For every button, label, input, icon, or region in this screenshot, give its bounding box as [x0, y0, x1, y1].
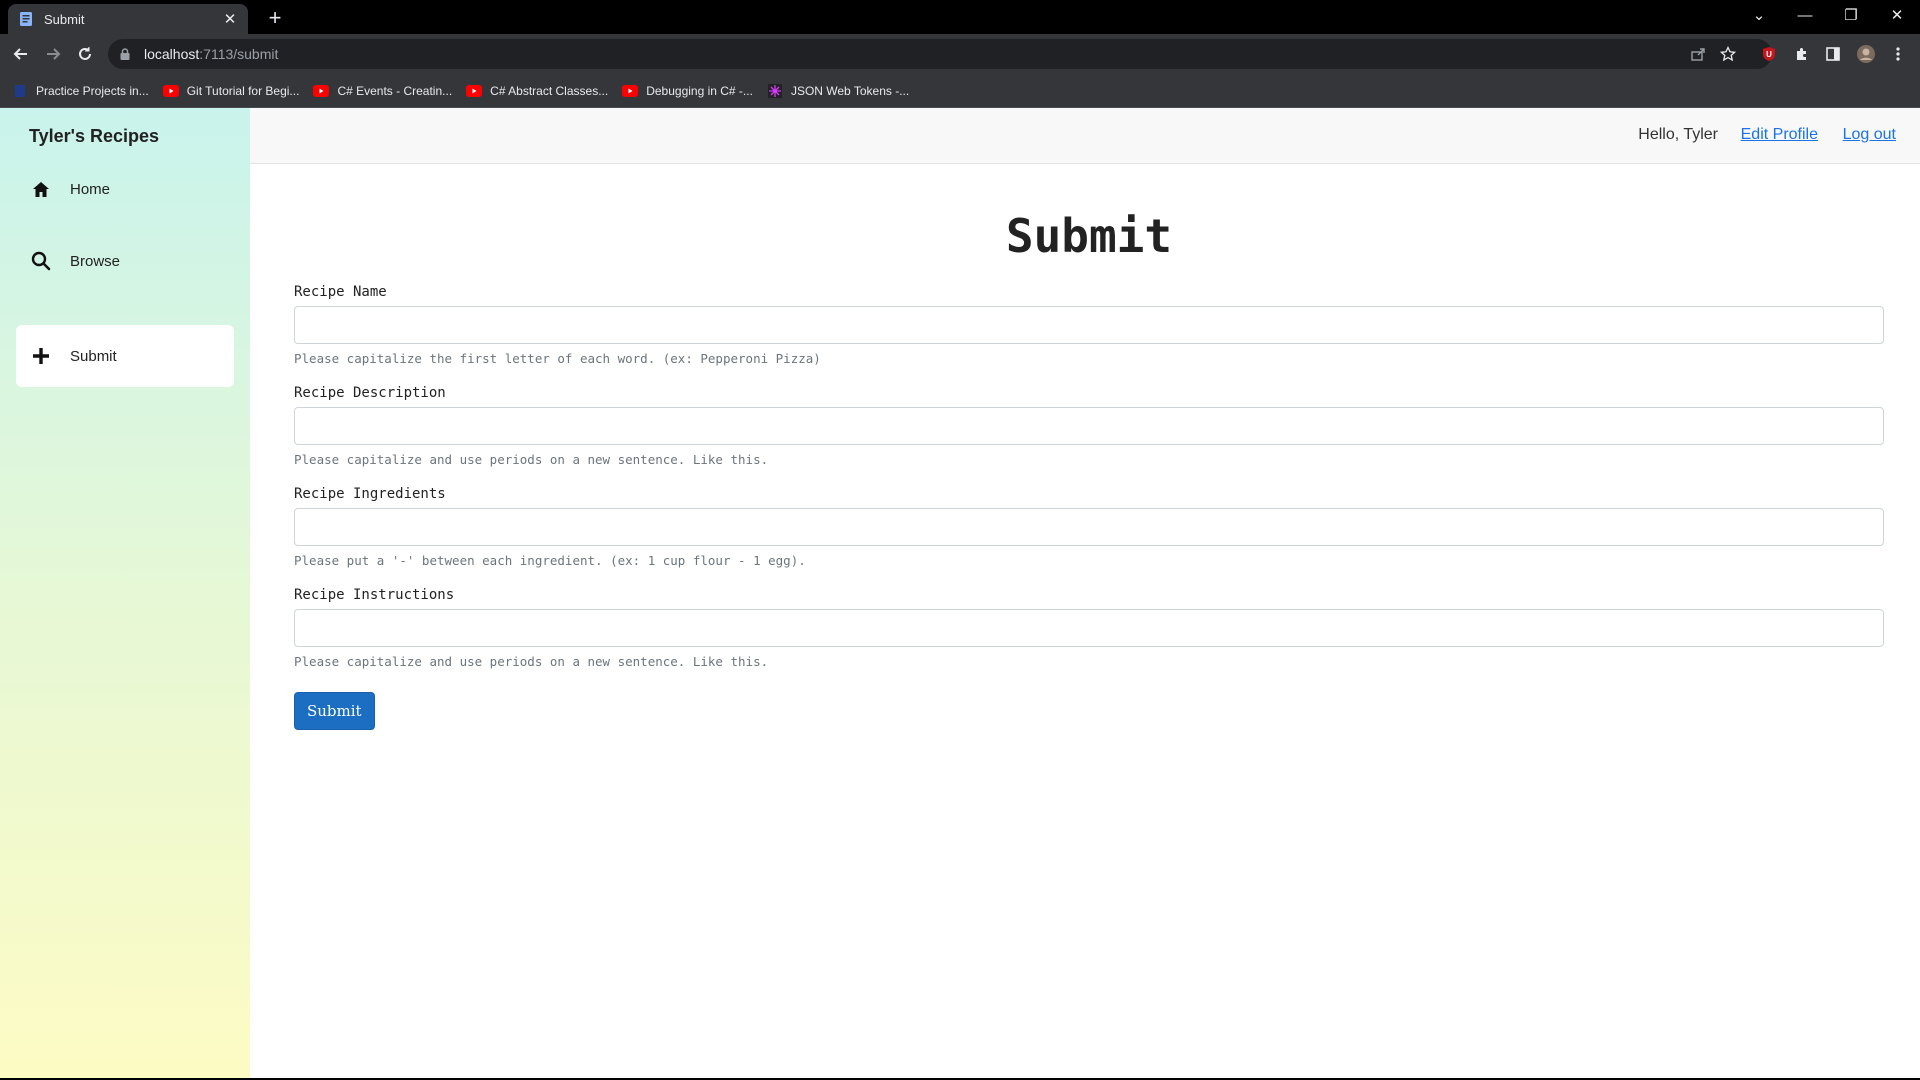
recipe-instructions-help: Please capitalize and use periods on a n…: [294, 654, 769, 669]
recipe-description-help: Please capitalize and use periods on a n…: [294, 452, 769, 467]
page: Tyler's Recipes Home Browse Submit Hello…: [0, 108, 1920, 1078]
tab-search-icon[interactable]: ⌄: [1736, 0, 1782, 30]
side-panel-icon[interactable]: [1823, 44, 1843, 64]
address-bar[interactable]: localhost:7113/submit: [108, 39, 1772, 69]
recipe-description-input[interactable]: [294, 407, 1884, 445]
submit-button[interactable]: Submit: [294, 692, 375, 730]
bookmark-item[interactable]: JSON Web Tokens -...: [767, 83, 910, 98]
home-icon: [30, 178, 52, 200]
lock-icon: [120, 47, 134, 61]
menu-dots-icon[interactable]: [1888, 44, 1908, 64]
bookmark-item[interactable]: C# Events - Creatin...: [313, 84, 452, 98]
youtube-icon: [622, 84, 639, 97]
bookmarks-bar: Practice Projects in... Git Tutorial for…: [0, 74, 1920, 108]
recipe-instructions-field-group: Recipe Instructions Please capitalize an…: [294, 585, 1884, 670]
recipe-description-field-group: Recipe Description Please capitalize and…: [294, 383, 1884, 468]
bookmark-item[interactable]: C# Abstract Classes...: [466, 84, 608, 98]
brand-title[interactable]: Tyler's Recipes: [29, 126, 159, 147]
browser-toolbar: localhost:7113/submit U: [0, 34, 1920, 74]
close-window-button[interactable]: ✕: [1874, 0, 1920, 30]
recipe-description-label: Recipe Description: [294, 385, 446, 401]
recipe-name-field-group: Recipe Name Please capitalize the first …: [294, 282, 1884, 367]
bookmark-label: C# Events - Creatin...: [337, 83, 453, 98]
recipe-name-input[interactable]: [294, 306, 1884, 344]
browser-tabstrip: Submit ✕ + ⌄ — ❐ ✕: [0, 0, 1920, 34]
sidebar-item-home[interactable]: Home: [16, 158, 234, 220]
minimize-button[interactable]: —: [1782, 0, 1828, 30]
youtube-icon: [313, 84, 330, 97]
bookmark-label: Practice Projects in...: [36, 83, 149, 98]
logout-link[interactable]: Log out: [1843, 126, 1896, 144]
bookmark-label: Git Tutorial for Begi...: [186, 83, 300, 98]
bookmark-item[interactable]: Debugging in C# -...: [622, 84, 753, 98]
bookmark-label: JSON Web Tokens -...: [790, 83, 910, 98]
recipe-ingredients-help: Please put a '-' between each ingredient…: [294, 553, 806, 568]
page-icon: [18, 11, 34, 27]
browser-tab[interactable]: Submit ✕: [8, 4, 248, 34]
youtube-icon: [466, 84, 483, 97]
close-tab-icon[interactable]: ✕: [222, 10, 238, 28]
bookmark-item[interactable]: Git Tutorial for Begi...: [162, 83, 300, 98]
sidebar-item-label: Home: [70, 180, 111, 198]
main-content: Submit Recipe Name Please capitalize the…: [294, 164, 1884, 730]
edit-profile-link[interactable]: Edit Profile: [1741, 126, 1818, 144]
ublock-icon[interactable]: U: [1759, 44, 1779, 64]
recipe-ingredients-input[interactable]: [294, 508, 1884, 546]
profile-avatar[interactable]: [1856, 44, 1876, 64]
recipe-name-help: Please capitalize the first letter of ea…: [294, 351, 821, 366]
bookmark-item[interactable]: Practice Projects in...: [12, 84, 149, 98]
url-text: localhost:7113/submit: [144, 46, 278, 62]
bookmark-star-icon[interactable]: [1718, 44, 1738, 64]
bookmark-label: Debugging in C# -...: [646, 83, 753, 98]
url-host: localhost: [144, 46, 200, 62]
search-icon: [30, 250, 52, 272]
reload-icon[interactable]: [72, 41, 98, 67]
page-icon: [12, 84, 28, 97]
share-icon[interactable]: [1688, 44, 1708, 64]
recipe-name-label: Recipe Name: [294, 284, 387, 300]
bookmark-label: C# Abstract Classes...: [490, 83, 609, 98]
sidebar-item-label: Submit: [70, 347, 117, 365]
jwt-icon: [767, 83, 783, 98]
sidebar-item-browse[interactable]: Browse: [16, 230, 234, 292]
sidebar-item-label: Browse: [70, 252, 121, 270]
plus-icon: [30, 345, 52, 367]
restore-button[interactable]: ❐: [1828, 0, 1874, 30]
url-path: :7113/submit: [199, 46, 279, 62]
sidebar-item-submit[interactable]: Submit: [16, 325, 234, 387]
youtube-icon: [162, 84, 179, 97]
extensions-icon[interactable]: [1792, 44, 1812, 64]
recipe-instructions-label: Recipe Instructions: [294, 587, 455, 603]
recipe-ingredients-label: Recipe Ingredients: [294, 486, 446, 502]
greeting-text: Hello, Tyler: [1638, 126, 1718, 143]
recipe-ingredients-field-group: Recipe Ingredients Please put a '-' betw…: [294, 484, 1884, 569]
tab-title: Submit: [44, 11, 85, 27]
page-title: Submit: [1005, 209, 1173, 263]
top-bar: Hello, Tyler Edit Profile Log out: [250, 108, 1920, 164]
recipe-instructions-input[interactable]: [294, 609, 1884, 647]
back-icon[interactable]: [8, 41, 34, 67]
new-tab-button[interactable]: +: [262, 6, 288, 32]
sidebar: Tyler's Recipes Home Browse Submit: [0, 108, 250, 1078]
svg-text:U: U: [1766, 50, 1772, 59]
forward-icon[interactable]: [40, 41, 66, 67]
